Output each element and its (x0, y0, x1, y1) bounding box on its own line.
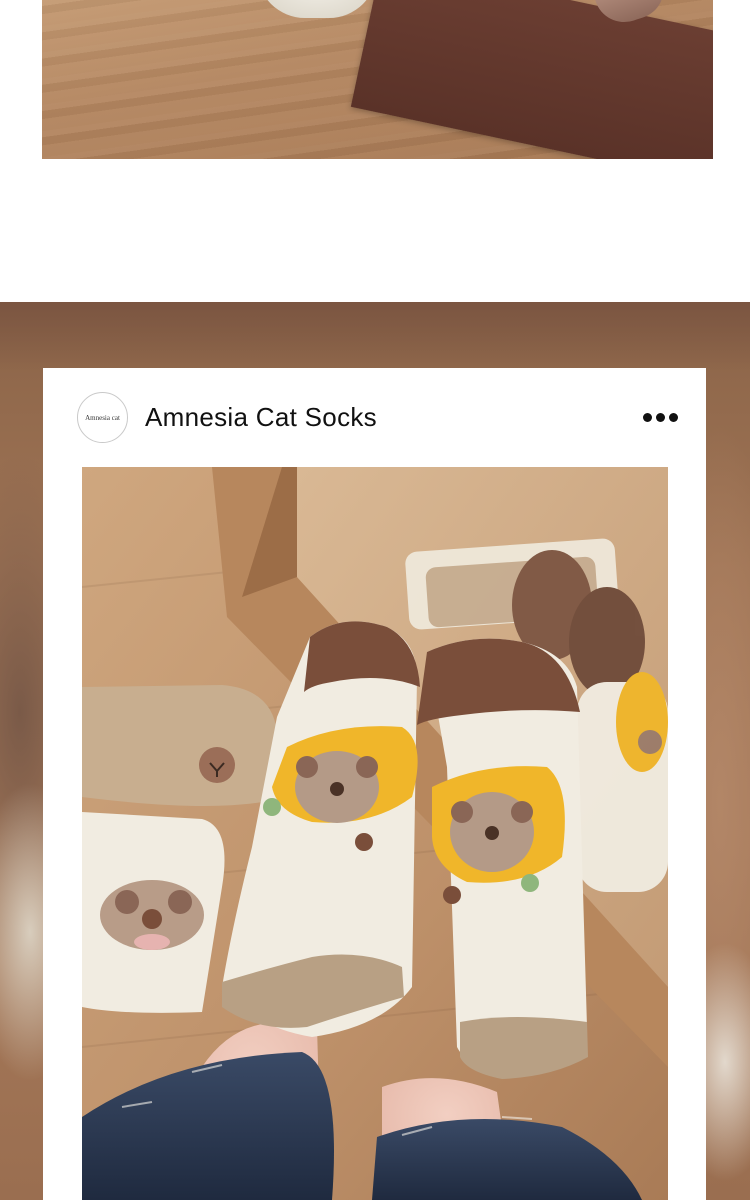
main-product-photo (82, 467, 668, 1200)
post-header: Amnesia cat Amnesia Cat Socks (43, 368, 706, 467)
post-card: Amnesia cat Amnesia Cat Socks (43, 368, 706, 1200)
avatar-logo-text: Amnesia cat (85, 413, 120, 422)
brand-avatar[interactable]: Amnesia cat (77, 392, 128, 443)
more-options-button[interactable] (636, 402, 684, 432)
top-product-photo (42, 0, 713, 159)
more-horizontal-icon (642, 412, 678, 422)
product-detail-page: Amnesia cat Amnesia Cat Socks (0, 0, 750, 1200)
brand-name[interactable]: Amnesia Cat Socks (145, 400, 377, 434)
